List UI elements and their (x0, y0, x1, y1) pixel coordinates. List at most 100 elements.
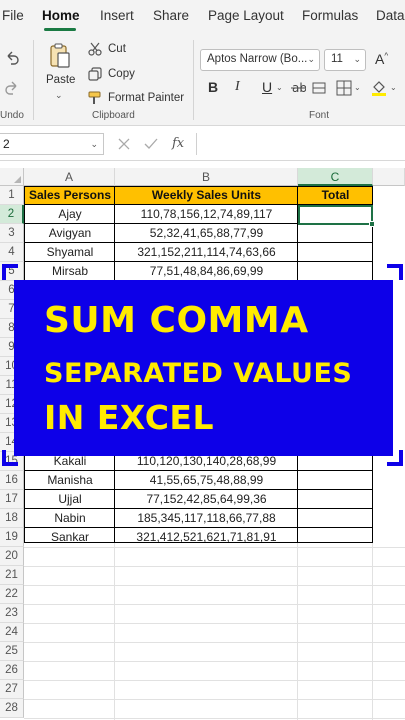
italic-button[interactable]: I (235, 79, 240, 95)
tab-page-layout[interactable]: Page Layout (208, 8, 284, 23)
enter-check-icon[interactable] (144, 138, 158, 150)
table-row-name[interactable]: Mirsab (25, 262, 115, 281)
row-header-24[interactable]: 24 (0, 623, 24, 642)
clipboard-group-label: Clipboard (92, 110, 135, 121)
bold-button[interactable]: B (208, 79, 218, 95)
select-all-corner[interactable] (0, 168, 24, 186)
title-banner: SUM COMMA SEPARATED VALUES IN EXCEL (14, 280, 393, 456)
redo-icon[interactable] (4, 80, 20, 96)
row-header-18[interactable]: 18 (0, 509, 24, 528)
table-row-name[interactable]: Manisha (25, 471, 115, 490)
underline-button[interactable]: U (262, 79, 272, 95)
strikethrough-icon[interactable]: ab (290, 81, 306, 95)
subscript-icon[interactable] (312, 82, 326, 94)
chevron-down-icon: ⌄ (353, 54, 361, 64)
column-header-d[interactable] (373, 168, 405, 186)
font-size-value: 11 (331, 53, 343, 65)
column-header-c[interactable]: C (298, 168, 373, 186)
paste-button[interactable]: Paste (46, 74, 75, 86)
table-row-units[interactable]: 52,32,41,65,88,77,99 (115, 224, 298, 243)
table-row-units[interactable]: 110,78,156,12,74,89,117 (115, 205, 298, 224)
table-row-name[interactable]: Avigyan (25, 224, 115, 243)
row-header-4[interactable]: 4 (0, 243, 24, 262)
cut-icon[interactable] (88, 42, 102, 56)
formula-bar: 2 ⌄ fx (0, 127, 405, 161)
format-painter-icon[interactable] (88, 91, 102, 105)
group-separator (33, 40, 34, 120)
column-header-b[interactable]: B (115, 168, 298, 186)
row-header-26[interactable]: 26 (0, 661, 24, 680)
row-header-22[interactable]: 22 (0, 585, 24, 604)
frame-corner-top-left (2, 264, 18, 280)
table-row-name[interactable]: Shyamal (25, 243, 115, 262)
insert-function-button[interactable]: fx (172, 136, 184, 151)
table-row-units[interactable]: 321,412,521,621,71,81,91 (115, 528, 298, 547)
table-row-units[interactable]: 41,55,65,75,48,88,99 (115, 471, 298, 490)
format-painter-button[interactable]: Format Painter (108, 92, 184, 104)
row-header-25[interactable]: 25 (0, 642, 24, 661)
row-header-21[interactable]: 21 (0, 566, 24, 585)
borders-dropdown-chevron-icon[interactable]: ⌄ (354, 83, 361, 92)
undo-icon[interactable] (4, 50, 20, 66)
copy-button[interactable]: Copy (108, 68, 135, 80)
header-cell-weekly-sales-units[interactable]: Weekly Sales Units (115, 186, 298, 205)
row-header-23[interactable]: 23 (0, 604, 24, 623)
table-row-name[interactable]: Nabin (25, 509, 115, 528)
header-cell-total[interactable]: Total (298, 186, 373, 205)
table-row-name[interactable]: Ujjal (25, 490, 115, 509)
fill-handle[interactable] (369, 221, 375, 227)
tab-insert[interactable]: Insert (100, 8, 134, 23)
ribbon-tab-bar: File Home Insert Share Page Layout Formu… (0, 0, 405, 34)
increase-font-size-icon[interactable]: A^ (375, 51, 388, 67)
table-row-name[interactable]: Ajay (25, 205, 115, 224)
formula-input[interactable] (196, 133, 405, 155)
borders-icon[interactable] (336, 80, 352, 96)
tab-home[interactable]: Home (42, 8, 80, 23)
banner-title-line-2: SEPARATED VALUES (44, 358, 353, 389)
tab-formulas[interactable]: Formulas (302, 8, 358, 23)
paste-dropdown-chevron-icon[interactable]: ⌄ (55, 90, 63, 101)
name-box-value: 2 (3, 137, 10, 151)
tab-data[interactable]: Data (376, 8, 405, 23)
row-header-3[interactable]: 3 (0, 224, 24, 243)
ribbon: Undo Paste ⌄ Cut Copy Format Painter Cli… (0, 34, 405, 126)
copy-icon[interactable] (88, 67, 102, 81)
table-row-units[interactable]: 321,152,211,114,74,63,66 (115, 243, 298, 262)
font-name-dropdown[interactable]: Aptos Narrow (Bo... ⌄ (200, 49, 320, 71)
font-name-value: Aptos Narrow (Bo... (207, 53, 308, 65)
row-header-2[interactable]: 2 (0, 205, 24, 224)
table-row-name[interactable]: Sankar (25, 528, 115, 547)
group-separator (193, 40, 194, 120)
undo-group-label: Undo (0, 110, 24, 121)
row-header-1[interactable]: 1 (0, 186, 24, 205)
chevron-down-icon: ⌄ (90, 139, 98, 149)
banner-title-line-1: SUM COMMA (44, 300, 309, 341)
table-row-units[interactable]: 77,152,42,85,64,99,36 (115, 490, 298, 509)
active-tab-indicator (44, 28, 76, 31)
frame-corner-top-right (387, 264, 403, 280)
fill-color-dropdown-chevron-icon[interactable]: ⌄ (390, 83, 397, 92)
row-header-28[interactable]: 28 (0, 699, 24, 718)
row-header-20[interactable]: 20 (0, 547, 24, 566)
tab-file[interactable]: File (2, 8, 24, 23)
row-header-27[interactable]: 27 (0, 680, 24, 699)
column-header-a[interactable]: A (24, 168, 115, 186)
cancel-icon[interactable] (118, 138, 130, 150)
cut-button[interactable]: Cut (108, 43, 126, 55)
font-group-label: Font (309, 110, 330, 121)
name-box[interactable]: 2 ⌄ (0, 133, 104, 155)
row-header-17[interactable]: 17 (0, 490, 24, 509)
table-row-units[interactable]: 185,345,117,118,66,77,88 (115, 509, 298, 528)
font-size-dropdown[interactable]: 11 ⌄ (324, 49, 366, 71)
tab-share[interactable]: Share (153, 8, 189, 23)
underline-dropdown-chevron-icon[interactable]: ⌄ (276, 83, 283, 92)
fill-color-icon[interactable] (370, 79, 388, 97)
chevron-down-icon: ⌄ (307, 54, 315, 64)
paste-icon[interactable] (48, 42, 72, 70)
active-cell-c2[interactable] (298, 205, 373, 225)
banner-title-line-3: IN EXCEL (44, 398, 214, 437)
header-cell-sales-persons[interactable]: Sales Persons (25, 186, 115, 205)
row-header-19[interactable]: 19 (0, 528, 24, 547)
table-row-units[interactable]: 77,51,48,84,86,69,99 (115, 262, 298, 281)
row-header-16[interactable]: 16 (0, 471, 24, 490)
